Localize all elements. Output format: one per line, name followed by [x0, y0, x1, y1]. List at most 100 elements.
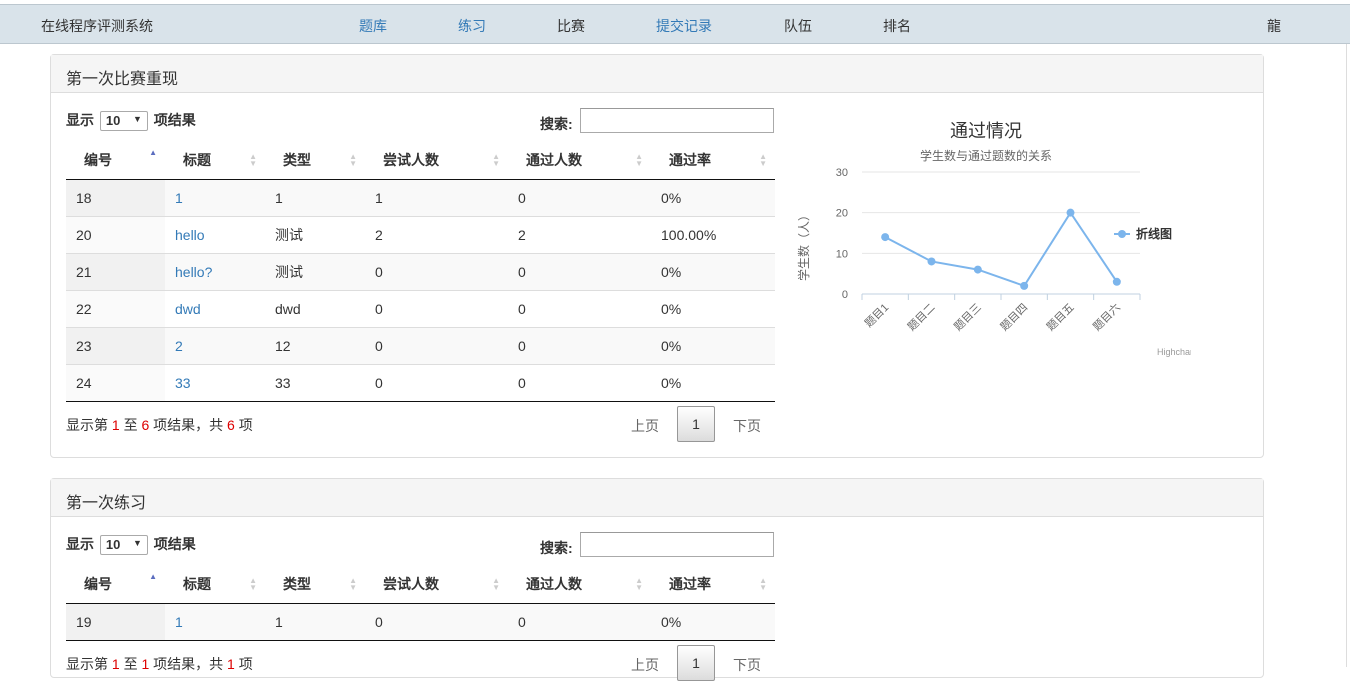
page-length-select[interactable]: 10 ▼ — [99, 111, 148, 132]
length-control: 显示 10 ▼ 项结果 — [66, 534, 196, 556]
cell-attempts: 0 — [365, 602, 508, 641]
cell-id: 24 — [66, 363, 165, 402]
cell-id: 18 — [66, 178, 165, 216]
length-control: 显示 10 ▼ 项结果 — [66, 110, 196, 132]
chart-legend[interactable]: 折线图 — [1114, 226, 1172, 241]
cell-rate: 0% — [651, 363, 775, 402]
col-type-header[interactable]: 类型 ▲ ▼ — [265, 142, 365, 180]
cell-id: 20 — [66, 215, 165, 253]
scrollbar[interactable] — [1346, 44, 1350, 667]
problem-link[interactable]: 1 — [175, 614, 183, 630]
problem-link[interactable]: 1 — [175, 190, 183, 206]
panel-title: 第一次练习 — [51, 479, 1263, 517]
info-text: 显示第 — [66, 656, 112, 672]
contest-panel: 第一次比赛重现 显示 10 ▼ 项结果 搜索: 编号 ▲ 标题 ▲ ▼ 类型 ▲ ▼ 尝试人… — [50, 54, 1264, 458]
chart-y-ticks: 0 10 20 30 — [836, 167, 848, 301]
chart-y-tick-label: 0 — [842, 289, 848, 301]
sort-both-icon: ▲ ▼ — [249, 576, 257, 592]
prev-page-button[interactable]: 上页 — [631, 655, 671, 675]
cell-attempts: 2 — [365, 215, 508, 253]
cell-passed: 0 — [508, 252, 651, 290]
user-menu[interactable]: 龍 — [1267, 16, 1281, 36]
panel-title: 第一次比赛重现 — [51, 55, 1263, 93]
cell-attempts: 0 — [365, 363, 508, 402]
search-input[interactable] — [580, 108, 774, 133]
sort-both-icon: ▲ ▼ — [349, 576, 357, 592]
col-rate-header[interactable]: 通过率 ▲ ▼ — [651, 142, 775, 180]
cell-passed: 0 — [508, 602, 651, 641]
col-id-header[interactable]: 编号 ▲ — [66, 566, 165, 604]
cell-type: 33 — [265, 363, 365, 402]
info-text: 至 — [119, 417, 142, 433]
chart-credits[interactable]: Highcharts.com — [1157, 347, 1220, 357]
chart-series-line — [884, 210, 1118, 288]
info-text: 项结果，共 — [149, 417, 228, 433]
search-label: 搜索: — [540, 116, 573, 132]
length-label-post: 项结果 — [153, 112, 196, 128]
chart-x-tick-label: 题目四 — [998, 301, 1031, 334]
search-input[interactable] — [580, 532, 774, 557]
col-label: 尝试人数 — [383, 152, 439, 169]
col-passed-header[interactable]: 通过人数 ▲ ▼ — [508, 142, 651, 180]
col-label: 类型 — [283, 576, 311, 593]
col-label: 标题 — [183, 152, 211, 169]
chart-x-tick-label: 题目六 — [1090, 301, 1123, 334]
chart-y-axis-label: 学生数（人） — [796, 209, 811, 281]
chart-data-point — [973, 265, 982, 274]
length-label-post: 项结果 — [153, 536, 196, 552]
cell-rate: 100.00% — [651, 215, 775, 253]
nav-submissions[interactable]: 提交记录 — [656, 16, 712, 36]
col-type-header[interactable]: 类型 ▲ ▼ — [265, 566, 365, 604]
cell-type: 测试 — [265, 252, 365, 290]
problem-link[interactable]: hello? — [175, 264, 212, 280]
problem-link[interactable]: hello — [175, 227, 205, 243]
page-length-select[interactable]: 10 ▼ — [99, 535, 148, 556]
chart-x-tick-label: 题目三 — [951, 301, 984, 334]
info-from: 1 — [111, 417, 120, 433]
next-page-button[interactable]: 下页 — [733, 416, 773, 436]
problem-link[interactable]: 33 — [175, 375, 191, 391]
cell-passed: 0 — [508, 326, 651, 364]
col-attempts-header[interactable]: 尝试人数 ▲ ▼ — [365, 566, 508, 604]
chart-data-point — [1020, 281, 1029, 290]
sort-asc-icon: ▲ — [149, 572, 157, 581]
next-page-button[interactable]: 下页 — [733, 655, 773, 675]
table-info: 显示第 1 至 1 项结果，共 1 项 — [66, 654, 253, 674]
chart-subtitle: 学生数与通过题数的关系 — [920, 148, 1052, 163]
sort-both-icon: ▲ ▼ — [635, 152, 643, 168]
current-page-button[interactable]: 1 — [677, 645, 715, 681]
chart-x-tick-label: 题目五 — [1044, 301, 1077, 334]
chart-data-point — [1112, 277, 1121, 286]
problem-link[interactable]: 2 — [175, 338, 183, 354]
col-title-header[interactable]: 标题 ▲ ▼ — [165, 142, 265, 180]
page-length-value: 10 — [105, 537, 121, 553]
col-passed-header[interactable]: 通过人数 ▲ ▼ — [508, 566, 651, 604]
col-label: 编号 — [84, 576, 112, 593]
info-total: 1 — [227, 656, 235, 672]
col-id-header[interactable]: 编号 ▲ — [66, 142, 165, 180]
nav-practice[interactable]: 练习 — [458, 16, 486, 36]
cell-passed: 0 — [508, 178, 651, 216]
table-row: 18 1 1 1 0 0% — [66, 178, 775, 216]
brand-title[interactable]: 在线程序评测系统 — [41, 16, 153, 36]
nav-ranking[interactable]: 排名 — [883, 16, 911, 36]
col-attempts-header[interactable]: 尝试人数 ▲ ▼ — [365, 142, 508, 180]
cell-attempts: 0 — [365, 289, 508, 327]
nav-teams[interactable]: 队伍 — [784, 16, 812, 36]
prev-page-button[interactable]: 上页 — [631, 416, 671, 436]
info-text: 至 — [119, 656, 142, 672]
nav-problems[interactable]: 题库 — [359, 16, 387, 36]
current-page-button[interactable]: 1 — [677, 406, 715, 442]
sort-both-icon: ▲ ▼ — [759, 152, 767, 168]
cell-rate: 0% — [651, 326, 775, 364]
cell-rate: 0% — [651, 178, 775, 216]
cell-type: 12 — [265, 326, 365, 364]
nav-contest[interactable]: 比赛 — [557, 16, 585, 36]
col-title-header[interactable]: 标题 ▲ ▼ — [165, 566, 265, 604]
table-row: 24 33 33 0 0 0% — [66, 363, 775, 402]
table-info: 显示第 1 至 6 项结果，共 6 项 — [66, 415, 253, 435]
info-text: 项 — [234, 656, 253, 672]
problem-link[interactable]: dwd — [175, 301, 201, 317]
col-rate-header[interactable]: 通过率 ▲ ▼ — [651, 566, 775, 604]
cell-title: dwd — [165, 289, 265, 327]
